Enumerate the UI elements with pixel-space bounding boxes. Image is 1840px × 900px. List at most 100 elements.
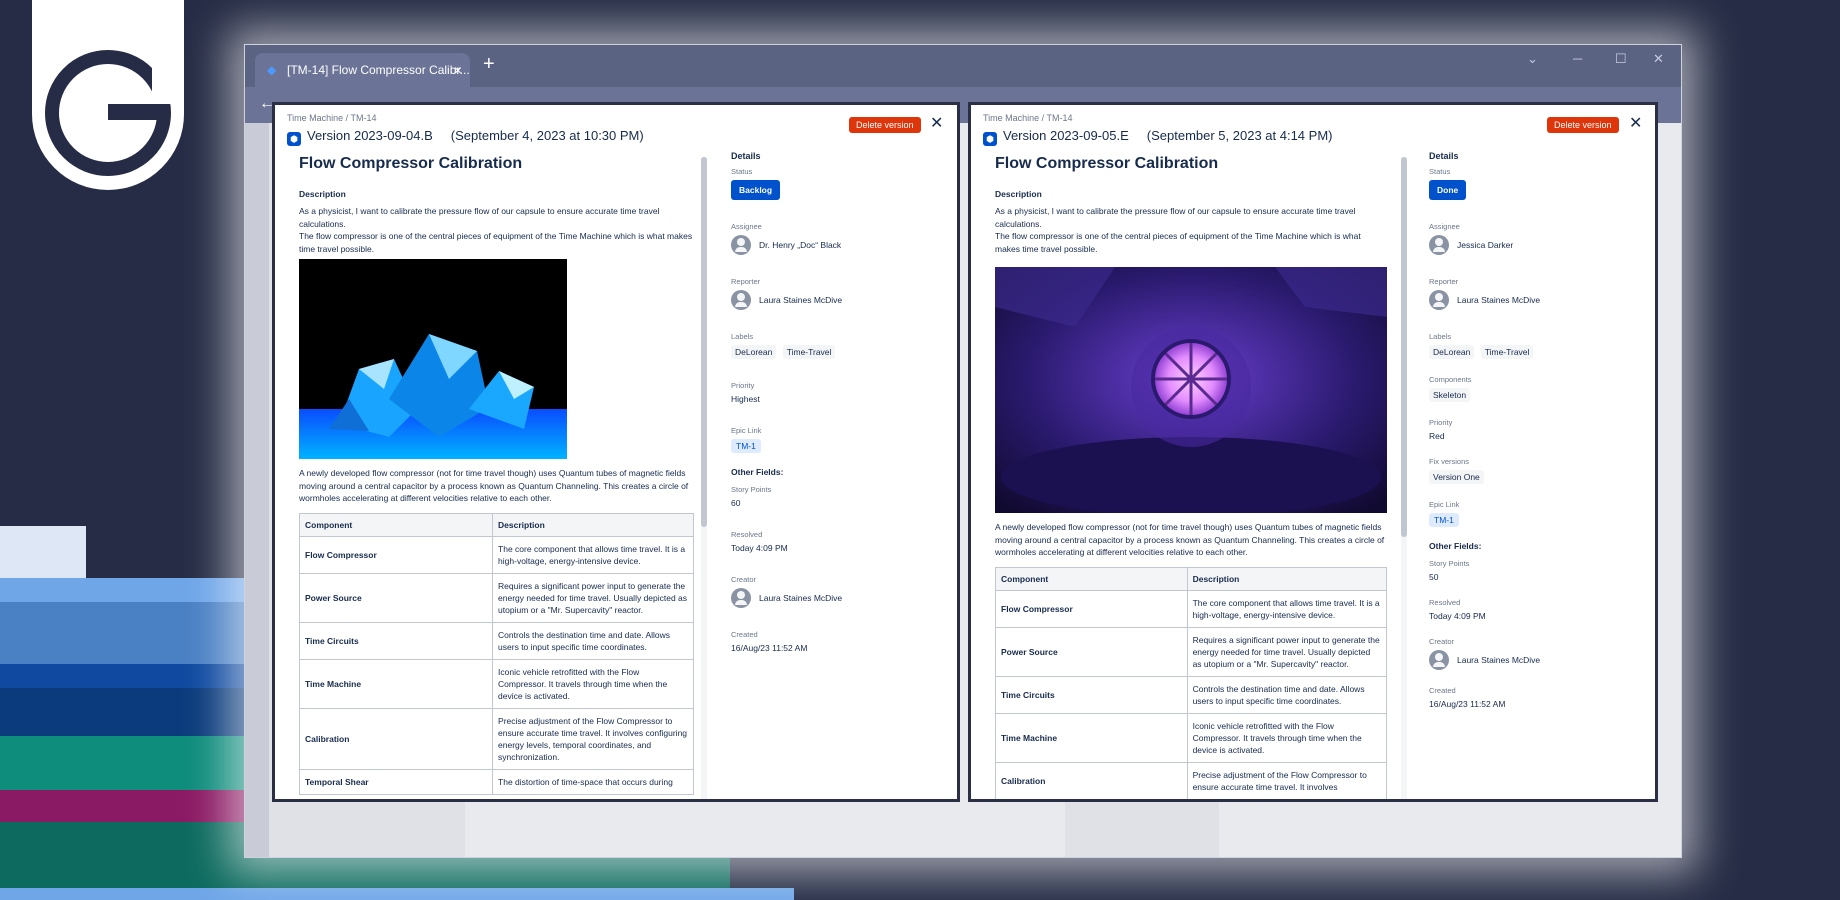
maximize-button[interactable]: ☐ [1615, 51, 1627, 67]
version-modal-left: Time Machine / TM-14 ⬢ Version 2023-09-04… [272, 102, 960, 802]
version-name: Version 2023-09-04.B [307, 128, 433, 143]
sphere-image [995, 267, 1387, 513]
assignee-field[interactable]: Jessica Darker [1429, 235, 1639, 255]
table-header: Description [492, 512, 694, 537]
browser-tab[interactable]: ◆ [TM-14] Flow Compressor Calibr... × [255, 53, 470, 87]
component-name: Power Source [995, 626, 1188, 677]
label-chip[interactable]: Time-Travel [1480, 345, 1534, 359]
table-row: Calibration Precise adjustment of the Flo… [995, 761, 1388, 799]
version-date: (September 5, 2023 at 4:14 PM) [1146, 128, 1333, 143]
breadcrumb[interactable]: Time Machine / TM-14 [287, 113, 377, 123]
component-description: The core component that allows time trav… [492, 535, 694, 574]
field-label: Resolved [731, 530, 763, 539]
version-title: ⬢ Version 2023-09-04.B (September 4, 2023 … [287, 128, 644, 146]
jira-favicon-icon: ◆ [267, 63, 277, 77]
assignee-name: Dr. Henry „Doc“ Black [759, 240, 842, 250]
field-label: Created [1429, 686, 1456, 695]
version-name: Version 2023-09-05.E [1003, 128, 1129, 143]
epic-link[interactable]: TM-1 [1429, 513, 1459, 527]
field-label: Components [1429, 375, 1472, 384]
avatar-icon [1429, 290, 1449, 310]
component-description: The core component that allows time trav… [1186, 589, 1388, 628]
label-chip[interactable]: DeLorean [731, 345, 777, 359]
reporter-name: Laura Staines McDive [759, 295, 843, 305]
breadcrumb[interactable]: Time Machine / TM-14 [983, 113, 1073, 123]
field-label: Priority [1429, 418, 1453, 427]
story-points-value[interactable]: 50 [1429, 572, 1639, 582]
details-heading: Details [731, 151, 761, 161]
delete-version-button[interactable]: Delete version [1547, 117, 1619, 133]
field-label: Epic Link [731, 426, 762, 435]
reporter-name: Laura Staines McDive [1457, 295, 1541, 305]
fix-version-chip[interactable]: Version One [1429, 470, 1484, 484]
other-fields-heading: Other Fields: [1429, 541, 1482, 551]
table-row: Time Machine Iconic vehicle retrofitted w… [298, 658, 694, 709]
table-row: Temporal Shear The distortion of time-spa… [298, 768, 694, 795]
content-scrollbar[interactable] [1401, 157, 1407, 799]
table-row: Calibration Precise adjustment of the Flo… [298, 707, 694, 770]
assignee-field[interactable]: Dr. Henry „Doc“ Black [731, 235, 941, 255]
field-label: Labels [731, 332, 754, 341]
delete-version-button[interactable]: Delete version [849, 117, 921, 133]
close-icon[interactable]: ✕ [930, 113, 943, 133]
reporter-field[interactable]: Laura Staines McDive [1429, 290, 1639, 310]
field-label: Priority [731, 381, 755, 390]
window-close-button[interactable]: ✕ [1653, 51, 1664, 67]
labels-field: DeLorean Time-Travel [1429, 345, 1639, 359]
component-name: Time Machine [298, 658, 494, 709]
label-chip[interactable]: DeLorean [1429, 345, 1475, 359]
field-label: Creator [1429, 637, 1455, 646]
field-label: Labels [1429, 332, 1452, 341]
field-label: Fix versions [1429, 457, 1470, 466]
tab-close-icon[interactable]: × [454, 53, 462, 87]
status-badge[interactable]: Done [1429, 180, 1467, 200]
description-paragraph: The flow compressor is one of the centra… [995, 231, 1361, 254]
component-table: Component Description Flow Compressor The… [995, 566, 1388, 799]
description-heading: Description [299, 189, 346, 199]
avatar-icon [731, 235, 751, 255]
version-date: (September 4, 2023 at 10:30 PM) [450, 128, 644, 143]
description-heading: Description [995, 189, 1042, 199]
field-label: Epic Link [1429, 500, 1460, 509]
labels-field: DeLorean Time-Travel [731, 345, 941, 359]
table-row: Time Circuits Controls the destination ti… [995, 675, 1388, 714]
description-paragraph: As a physicist, I want to calibrate the … [299, 206, 660, 229]
resolved-value: Today 4:09 PM [731, 543, 788, 553]
component-description: Iconic vehicle retrofitted with the Flow… [1186, 712, 1388, 763]
creator-field: Laura Staines McDive [731, 588, 941, 608]
field-label: Reporter [1429, 277, 1459, 286]
avatar-icon [731, 290, 751, 310]
table-header: Component [298, 512, 494, 537]
scrollbar-thumb[interactable] [1401, 157, 1407, 537]
avatar-icon [731, 588, 751, 608]
crystals-image [299, 259, 567, 459]
component-description: Precise adjustment of the Flow Compresso… [1186, 761, 1388, 799]
status-badge[interactable]: Backlog [731, 180, 781, 200]
version-modal-right: Time Machine / TM-14 ⬢ Version 2023-09-05… [968, 102, 1658, 802]
priority-value[interactable]: Red [1429, 431, 1639, 441]
minimize-button[interactable]: ─ [1573, 51, 1582, 66]
field-label: Story Points [731, 485, 772, 494]
priority-value[interactable]: Highest [731, 394, 941, 404]
component-description: Requires a significant power input to ge… [1186, 626, 1388, 677]
close-icon[interactable]: ✕ [1629, 113, 1642, 133]
component-chip[interactable]: Skeleton [1429, 388, 1471, 402]
reporter-field[interactable]: Laura Staines McDive [731, 290, 941, 310]
story-points-value[interactable]: 60 [731, 498, 941, 508]
details-heading: Details [1429, 151, 1459, 161]
label-chip[interactable]: Time-Travel [782, 345, 836, 359]
component-name: Calibration [298, 707, 494, 770]
field-label: Reporter [731, 277, 761, 286]
table-row: Power Source Requires a significant power… [298, 572, 694, 623]
component-description: Iconic vehicle retrofitted with the Flow… [492, 658, 694, 709]
field-label: Assignee [1429, 222, 1460, 231]
component-description: Controls the destination time and date. … [492, 621, 694, 660]
content-scrollbar[interactable] [701, 157, 707, 799]
assignee-name: Jessica Darker [1457, 240, 1514, 250]
epic-link[interactable]: TM-1 [731, 439, 761, 453]
scrollbar-thumb[interactable] [701, 157, 707, 527]
new-tab-button[interactable]: + [483, 53, 495, 76]
tab-search-icon[interactable]: ⌄ [1527, 51, 1538, 67]
component-name: Time Machine [995, 712, 1188, 763]
component-description: The distortion of time-space that occurs… [492, 768, 694, 795]
